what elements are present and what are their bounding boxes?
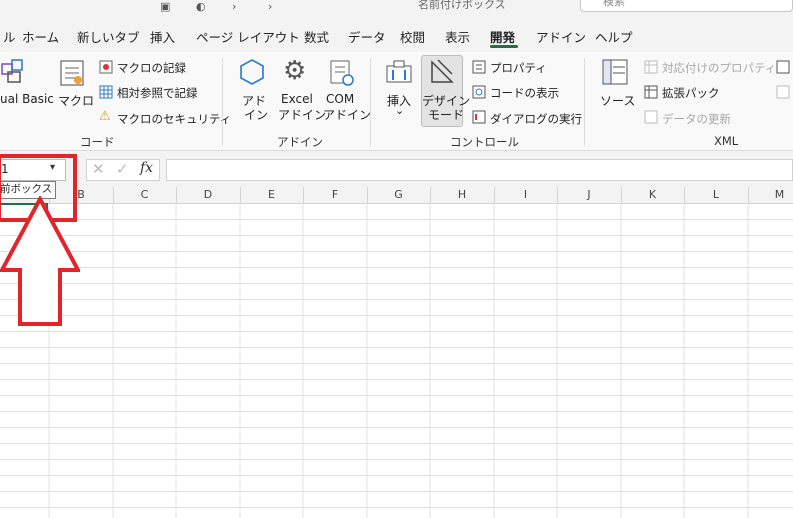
design-mode-label-line2: モード: [428, 108, 465, 122]
macro-button[interactable]: マクロ: [58, 92, 94, 109]
excel-addins-button-line2[interactable]: アドイン: [278, 106, 326, 123]
properties-button[interactable]: プロパティ: [490, 60, 547, 76]
column-header-c[interactable]: C: [113, 188, 176, 201]
run-dialog-button[interactable]: ダイアログの実行: [490, 111, 582, 127]
active-tab-indicator: [490, 45, 518, 48]
save-icon[interactable]: ▣: [160, 0, 170, 13]
column-header-j[interactable]: J: [558, 188, 621, 201]
properties-icon: [472, 60, 486, 74]
redo-icon[interactable]: ›: [268, 0, 272, 13]
relative-reference-icon: [99, 85, 113, 99]
excel-addins-button-line1[interactable]: Excel: [281, 92, 313, 106]
group-label-xml: XML: [714, 134, 739, 148]
expansion-packs-icon: [644, 85, 658, 99]
view-code-icon: [472, 85, 486, 99]
tab-formulas[interactable]: 数式: [304, 27, 329, 46]
group-label-addins: アドイン: [277, 135, 323, 149]
column-header-d[interactable]: D: [177, 188, 240, 201]
annotation-up-arrow: [0, 196, 80, 326]
xml-source-button[interactable]: ソース: [600, 92, 635, 109]
tab-developer[interactable]: 開発: [490, 27, 515, 46]
excel-addins-icon: ⚙: [283, 56, 307, 86]
column-header-g[interactable]: G: [367, 188, 430, 201]
group-separator: [222, 58, 223, 146]
column-header-h[interactable]: H: [431, 188, 494, 201]
addins-button-line2[interactable]: イン: [244, 106, 268, 123]
insert-function-icon[interactable]: fx: [140, 160, 153, 176]
expansion-packs-button[interactable]: 拡張パック: [662, 85, 720, 101]
design-mode-icon: [431, 59, 454, 83]
import-icon: [776, 60, 790, 74]
column-header-i[interactable]: I: [494, 188, 557, 201]
check-icon[interactable]: ✓: [116, 160, 129, 178]
column-header-f[interactable]: F: [304, 188, 367, 201]
refresh-data-icon: [644, 110, 658, 124]
tab-file[interactable]: ル: [3, 27, 16, 46]
map-properties-button: 対応付けのプロパティ: [662, 61, 777, 75]
column-header-e[interactable]: E: [240, 188, 303, 201]
map-properties-icon: [644, 60, 658, 74]
com-addins-button-line2[interactable]: アドイン: [323, 106, 371, 123]
run-dialog-icon: [472, 110, 486, 124]
group-separator: [584, 58, 585, 146]
export-icon: [776, 85, 790, 99]
tab-help[interactable]: ヘルプ: [595, 27, 633, 46]
tab-view[interactable]: 表示: [445, 27, 470, 46]
refresh-data-button: データの更新: [662, 112, 731, 126]
column-header-l[interactable]: L: [685, 188, 748, 201]
tab-addins[interactable]: アドイン: [536, 27, 586, 46]
addins-icon: [240, 59, 264, 85]
visual-basic-icon: [1, 59, 23, 83]
formula-input[interactable]: [166, 159, 793, 181]
tab-review[interactable]: 校閲: [400, 27, 425, 46]
view-code-button[interactable]: コードの表示: [490, 85, 559, 101]
insert-control-icon: [386, 60, 412, 83]
com-addins-button-line1[interactable]: COM: [326, 92, 354, 106]
record-macro-button[interactable]: マクロの記録: [117, 60, 186, 76]
search-box[interactable]: 検索: [580, 0, 793, 12]
cell-grid[interactable]: [0, 203, 793, 518]
toggle-icon[interactable]: ◐: [196, 0, 206, 13]
macro-security-button[interactable]: マクロのセキュリティ: [117, 111, 231, 127]
tab-data[interactable]: データ: [348, 27, 386, 46]
record-macro-icon: [99, 60, 113, 74]
macro-icon: [60, 60, 84, 86]
column-header-m[interactable]: M: [748, 188, 793, 201]
visual-basic-button[interactable]: ual Basic: [0, 92, 54, 106]
relative-reference-button[interactable]: 相対参照で記録: [117, 85, 198, 101]
search-input[interactable]: 検索: [603, 0, 625, 9]
com-addins-icon: [330, 60, 354, 86]
document-title: 名前付けボックス: [418, 0, 506, 11]
insert-dropdown-icon[interactable]: ⌄: [395, 104, 404, 117]
group-separator: [370, 58, 371, 146]
undo-icon[interactable]: ›: [232, 0, 236, 13]
tab-page-layout[interactable]: ページ レイアウト: [196, 27, 300, 46]
tab-home[interactable]: ホーム: [22, 27, 59, 46]
cancel-icon[interactable]: ✕: [92, 160, 105, 178]
xml-source-icon: [602, 59, 628, 85]
column-header-k[interactable]: K: [621, 188, 684, 201]
tab-new[interactable]: 新しいタブ: [77, 27, 140, 46]
tab-insert[interactable]: 挿入: [150, 27, 175, 46]
group-label-code: コード: [80, 135, 115, 149]
group-label-controls: コントロール: [450, 135, 519, 149]
warning-icon: ⚠: [99, 109, 111, 124]
